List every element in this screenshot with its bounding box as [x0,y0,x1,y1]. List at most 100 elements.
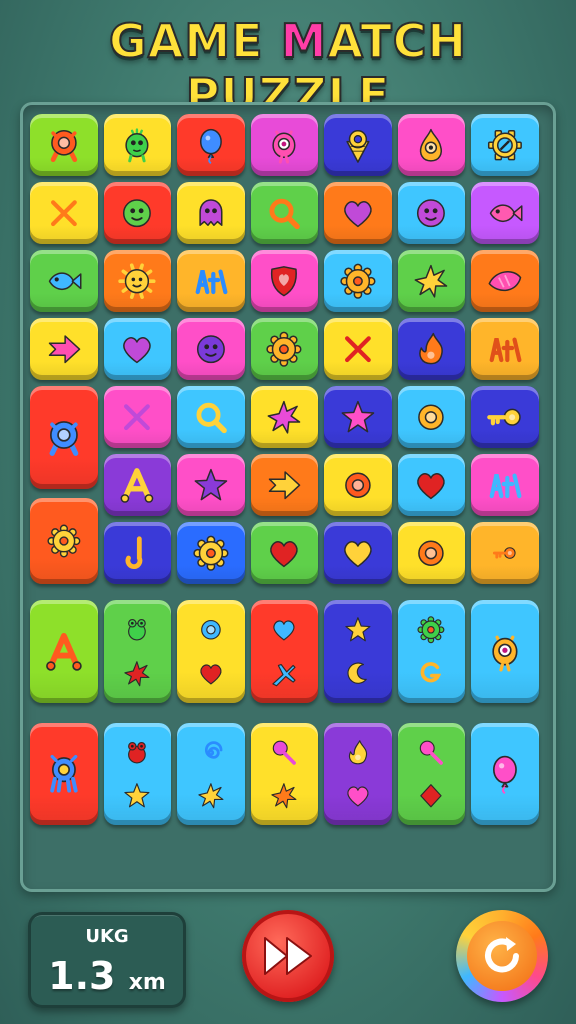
hook-icon [125,536,143,569]
game-tile[interactable] [397,454,465,516]
game-tile-double[interactable] [324,723,392,826]
game-tile[interactable] [177,114,245,176]
game-tile[interactable] [250,386,318,448]
game-tile[interactable] [103,454,171,516]
game-tile[interactable] [397,318,465,380]
game-tile-double[interactable] [250,600,318,703]
game-tile[interactable] [177,250,245,312]
game-tile[interactable] [471,182,539,244]
game-tile[interactable] [471,318,539,380]
game-tile[interactable] [471,114,539,176]
game-tile[interactable] [250,250,318,312]
game-tile[interactable] [30,182,98,244]
lollipop-icon [273,740,297,765]
heart-icon [343,540,372,567]
game-tile-double[interactable] [397,600,465,703]
star-icon [345,617,371,642]
magnifier-icon [196,402,227,433]
ghost-icon [199,199,223,226]
eye-creature-icon [272,130,296,164]
key-icon [492,547,516,559]
fish-icon [48,272,82,290]
game-tile[interactable] [324,182,392,244]
moon-icon [347,661,367,684]
heart-icon [123,336,152,363]
game-tile[interactable] [397,386,465,448]
game-tile-large[interactable] [471,522,539,584]
eye-creature-icon [492,635,518,672]
game-tile[interactable] [177,386,245,448]
game-tile[interactable] [324,250,392,312]
game-tile[interactable] [30,318,98,380]
game-tile[interactable] [324,318,392,380]
lollipop-icon [420,740,444,765]
gear-icon [266,331,302,367]
game-tile-double[interactable] [177,600,245,703]
frog-icon [128,741,147,763]
game-tile[interactable] [471,454,539,516]
game-tile[interactable] [324,386,392,448]
game-tile[interactable] [177,318,245,380]
game-tile-large[interactable] [471,722,539,826]
flame-icon [348,739,367,764]
game-tile[interactable] [397,114,465,176]
star-burst-icon [267,400,301,434]
fast-forward-button[interactable] [242,910,334,1002]
game-tile-double[interactable] [103,723,171,826]
leaf-icon [488,270,522,291]
key-icon [487,408,521,426]
game-tile[interactable] [397,250,465,312]
cross-icon [50,200,77,226]
game-tile[interactable] [471,386,539,448]
game-tile-large[interactable] [30,386,98,489]
letter-g-icon [420,661,442,682]
shield-heart-icon [271,265,298,297]
game-tile[interactable] [250,454,318,516]
game-tile[interactable] [103,318,171,380]
game-tile[interactable] [250,522,318,584]
game-tile-large[interactable] [30,600,98,703]
game-tile[interactable] [324,114,392,176]
game-tile-large[interactable] [30,498,98,584]
star-burst-icon [198,783,224,809]
game-tile[interactable] [103,114,171,176]
game-tile[interactable] [30,114,98,176]
heart-icon [347,786,369,807]
game-tile[interactable] [177,454,245,516]
game-tile[interactable] [177,182,245,244]
game-tile[interactable] [103,182,171,244]
game-tile[interactable] [103,250,171,312]
game-tile[interactable] [324,454,392,516]
flame-icon [419,332,444,365]
game-tile[interactable] [250,318,318,380]
restart-button-face [467,921,537,991]
game-tile[interactable] [250,182,318,244]
game-tile-double[interactable] [397,723,465,826]
game-tile[interactable] [103,386,171,448]
game-tile-double[interactable] [250,723,318,826]
restart-button[interactable] [456,910,548,1002]
game-tile-large[interactable] [30,722,98,826]
game-tile[interactable] [397,182,465,244]
game-tile-double[interactable] [103,600,171,703]
game-tile[interactable] [397,522,465,584]
game-tile[interactable] [177,522,245,584]
game-tile-double[interactable] [177,723,245,826]
game-tile[interactable] [324,522,392,584]
game-tile-large[interactable] [471,600,539,703]
heart-icon [343,200,372,227]
sun-face-icon [118,263,156,299]
game-tile[interactable] [30,250,98,312]
game-tile[interactable] [250,114,318,176]
star-icon [124,783,150,808]
star-icon [194,468,228,501]
game-tile[interactable] [471,250,539,312]
score-unit: xm [128,970,166,995]
balloon-creature-icon [199,128,222,164]
game-tile-double[interactable] [324,600,392,703]
letters-icon [489,337,522,362]
squid-icon [50,755,78,793]
star-burst-icon [271,783,297,809]
title-part-2: M [280,13,328,69]
game-tile[interactable] [103,522,171,584]
